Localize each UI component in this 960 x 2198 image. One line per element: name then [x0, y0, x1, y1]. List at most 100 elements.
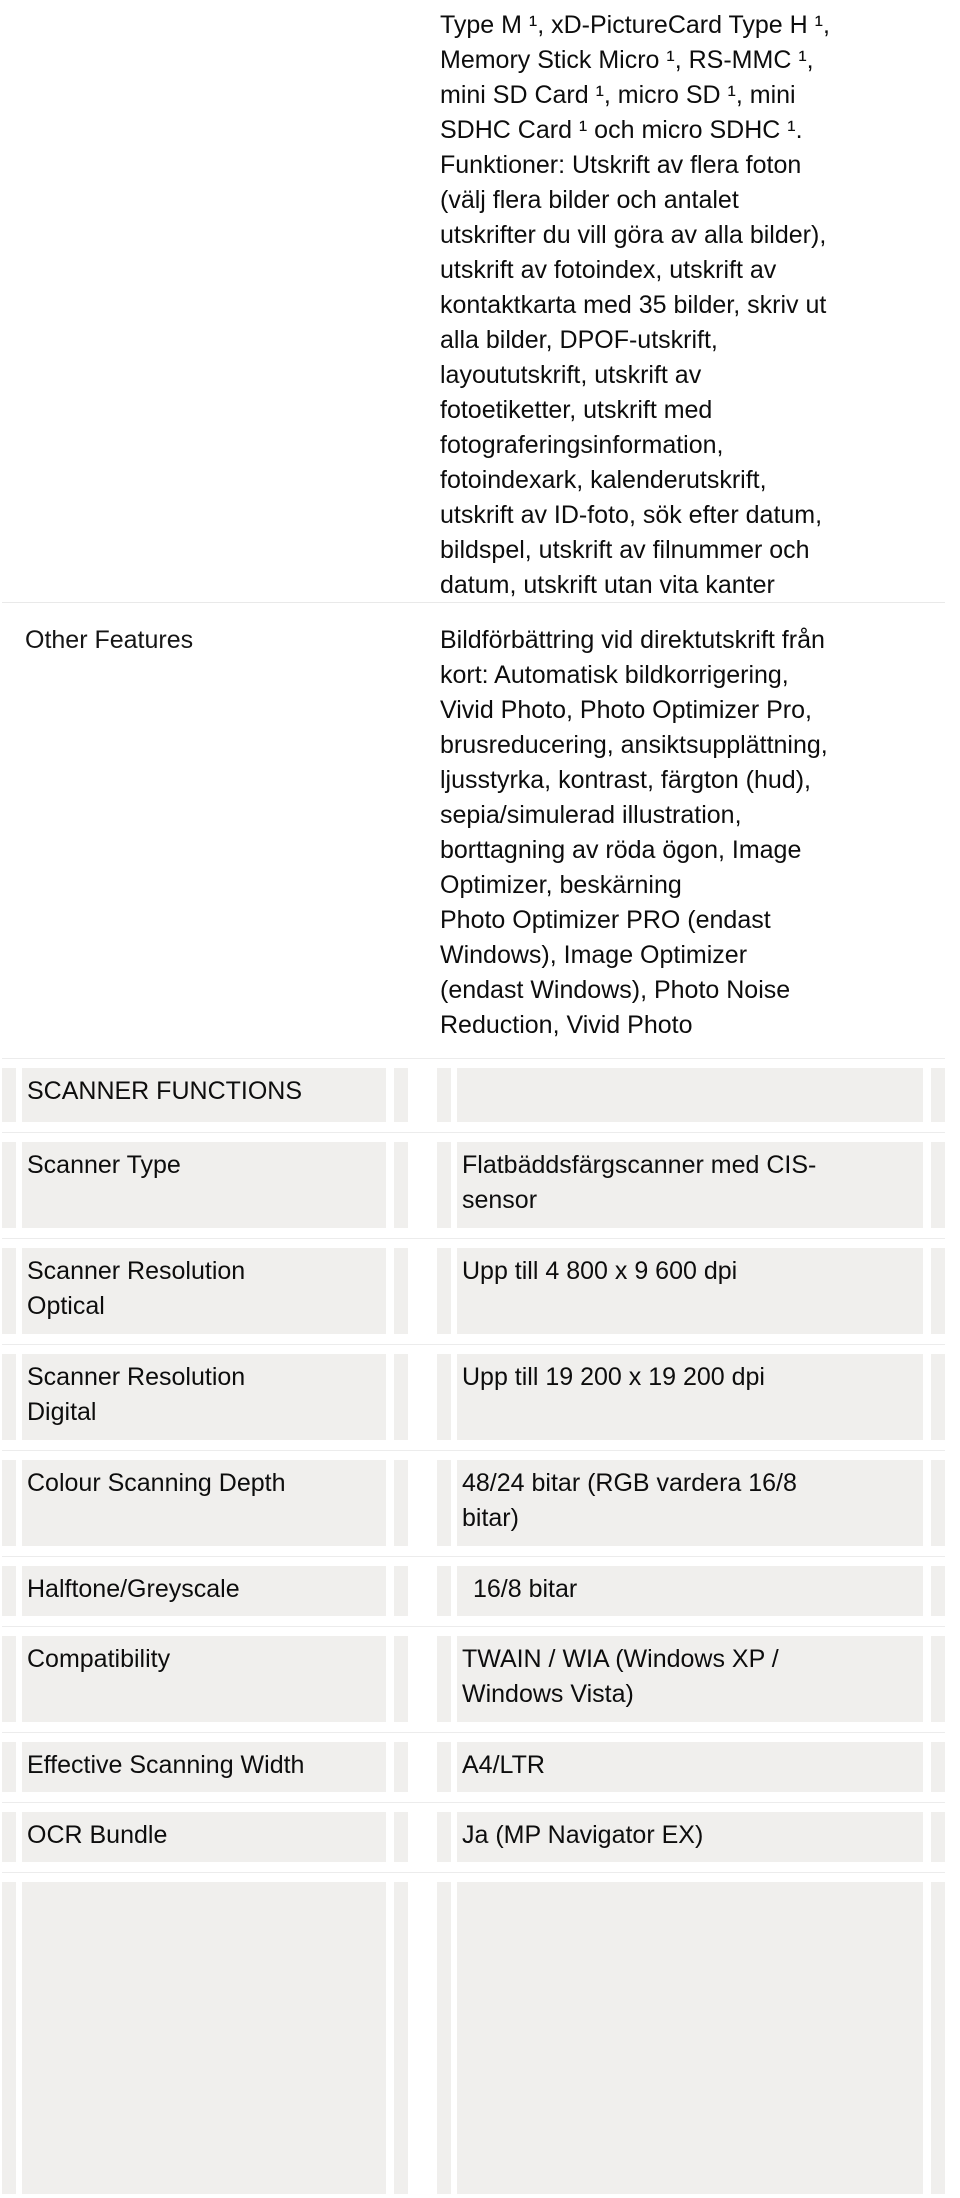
cell-endstub — [394, 1636, 408, 1722]
row-value: Upp till 4 800 x 9 600 dpi — [462, 1257, 738, 1285]
row-value: A4/LTR — [462, 1751, 545, 1779]
cell-endstub — [931, 1142, 945, 1228]
table-rule — [2, 1802, 945, 1803]
other-features-value: Bildförbättring vid direktutskrift från … — [440, 626, 828, 1039]
row-label: Halftone/Greyscale — [27, 1575, 240, 1603]
cell-stub — [2, 1812, 16, 1862]
cell-stub — [437, 1068, 451, 1122]
cell-stub — [2, 1882, 16, 2194]
cell-stub — [2, 1068, 16, 1122]
table-row: OCR Bundle Ja (MP Navigator EX) — [0, 1808, 960, 1866]
table-rule — [2, 1058, 945, 1059]
table-cell-label: OCR Bundle — [2, 1808, 408, 1866]
cell-endstub — [931, 1248, 945, 1334]
cell-endstub — [394, 1812, 408, 1862]
cell-endstub — [394, 1354, 408, 1440]
row-value: Upp till 19 200 x 19 200 dpi — [462, 1363, 765, 1391]
table-cell-label: Compatibility — [2, 1632, 408, 1726]
cell-stub — [2, 1460, 16, 1546]
spec-sheet-page: Type M ¹, xD-PictureCard Type H ¹, Memor… — [0, 0, 960, 2194]
table-cell-label: Scanner Resolution Digital — [2, 1350, 408, 1444]
table-row: Scanner Resolution Digital Upp till 19 2… — [0, 1350, 960, 1444]
table-cell-label: Scanner Resolution Optical — [2, 1244, 408, 1338]
table-cell-value: Upp till 19 200 x 19 200 dpi — [437, 1350, 945, 1444]
table-cell-label: SCANNER FUNCTIONS — [2, 1064, 408, 1126]
row-value: Ja (MP Navigator EX) — [462, 1821, 704, 1849]
row-value: 16/8 bitar — [473, 1575, 578, 1603]
memory-card-continuation-value: Type M ¹, xD-PictureCard Type H ¹, Memor… — [440, 11, 830, 599]
cell-endstub — [394, 1248, 408, 1334]
cell-endstub — [931, 1636, 945, 1722]
table-cell-label: Halftone/Greyscale — [2, 1562, 408, 1620]
table-cell-value: TWAIN / WIA (Windows XP / Windows Vista) — [437, 1632, 945, 1726]
other-features-label: Other Features — [25, 626, 194, 654]
table-row-empty — [0, 1878, 960, 2198]
table-row: Halftone/Greyscale 16/8 bitar — [0, 1562, 960, 1620]
cell-endstub — [931, 1460, 945, 1546]
table-cell-value — [437, 1064, 945, 1126]
row-label: Colour Scanning Depth — [27, 1469, 286, 1497]
row-value: Flatbäddsfärgscanner med CIS- sensor — [462, 1151, 817, 1214]
table-cell-value: 48/24 bitar (RGB vardera 16/8 bitar) — [437, 1456, 945, 1550]
table-cell-label: Colour Scanning Depth — [2, 1456, 408, 1550]
row-label: Effective Scanning Width — [27, 1751, 305, 1779]
table-rule — [2, 1732, 945, 1733]
table-rule — [2, 1556, 945, 1557]
row-label: Scanner Type — [27, 1151, 181, 1179]
cell-endstub — [931, 1068, 945, 1122]
cell-panel — [22, 1882, 386, 2194]
table-row-section-heading: SCANNER FUNCTIONS — [0, 1064, 960, 1126]
table-cell-label: Effective Scanning Width — [2, 1738, 408, 1796]
row-label: OCR Bundle — [27, 1821, 168, 1849]
table-row: Compatibility TWAIN / WIA (Windows XP / … — [0, 1632, 960, 1726]
table-cell-value — [437, 1878, 945, 2198]
cell-endstub — [394, 1068, 408, 1122]
row-label: Scanner Resolution Digital — [27, 1363, 246, 1426]
table-row: Scanner Resolution Optical Upp till 4 80… — [0, 1244, 960, 1338]
table-cell-value: Upp till 4 800 x 9 600 dpi — [437, 1244, 945, 1338]
table-row: Scanner Type Flatbäddsfärgscanner med CI… — [0, 1138, 960, 1232]
cell-stub — [437, 1248, 451, 1334]
cell-stub — [2, 1248, 16, 1334]
cell-endstub — [394, 1460, 408, 1546]
table-cell-value: Ja (MP Navigator EX) — [437, 1808, 945, 1866]
cell-stub — [2, 1636, 16, 1722]
cell-stub — [2, 1354, 16, 1440]
table-cell-value: 16/8 bitar — [437, 1562, 945, 1620]
row-label: Compatibility — [27, 1645, 171, 1673]
row-value: 48/24 bitar (RGB vardera 16/8 bitar) — [462, 1469, 797, 1532]
cell-stub — [437, 1882, 451, 2194]
cell-endstub — [931, 1354, 945, 1440]
table-cell-label — [2, 1878, 408, 2198]
cell-endstub — [931, 1812, 945, 1862]
table-row: Colour Scanning Depth 48/24 bitar (RGB v… — [0, 1456, 960, 1550]
cell-stub — [437, 1636, 451, 1722]
table-rule — [2, 1450, 945, 1451]
table-cell-value: A4/LTR — [437, 1738, 945, 1796]
cell-stub — [2, 1742, 16, 1792]
table-cell-value: Flatbäddsfärgscanner med CIS- sensor — [437, 1138, 945, 1232]
cell-stub — [437, 1742, 451, 1792]
table-row: Effective Scanning Width A4/LTR — [0, 1738, 960, 1796]
cell-endstub — [394, 1742, 408, 1792]
table-rule — [2, 1872, 945, 1873]
row-label: Scanner Resolution Optical — [27, 1257, 246, 1320]
table-rule — [2, 1132, 945, 1133]
cell-stub — [437, 1566, 451, 1616]
cell-endstub — [931, 1882, 945, 2194]
row-value: TWAIN / WIA (Windows XP / Windows Vista) — [462, 1645, 779, 1708]
cell-stub — [437, 1812, 451, 1862]
cell-endstub — [394, 1566, 408, 1616]
cell-stub — [2, 1566, 16, 1616]
section-heading-text: SCANNER FUNCTIONS — [27, 1077, 303, 1105]
table-cell-label: Scanner Type — [2, 1138, 408, 1232]
cell-endstub — [394, 1142, 408, 1228]
cell-stub — [437, 1142, 451, 1228]
cell-panel — [457, 1068, 923, 1122]
table-rule — [2, 1238, 945, 1239]
cell-stub — [437, 1354, 451, 1440]
cell-stub — [437, 1460, 451, 1546]
cell-endstub — [394, 1882, 408, 2194]
table-rule — [2, 1344, 945, 1345]
section-divider — [2, 602, 945, 603]
